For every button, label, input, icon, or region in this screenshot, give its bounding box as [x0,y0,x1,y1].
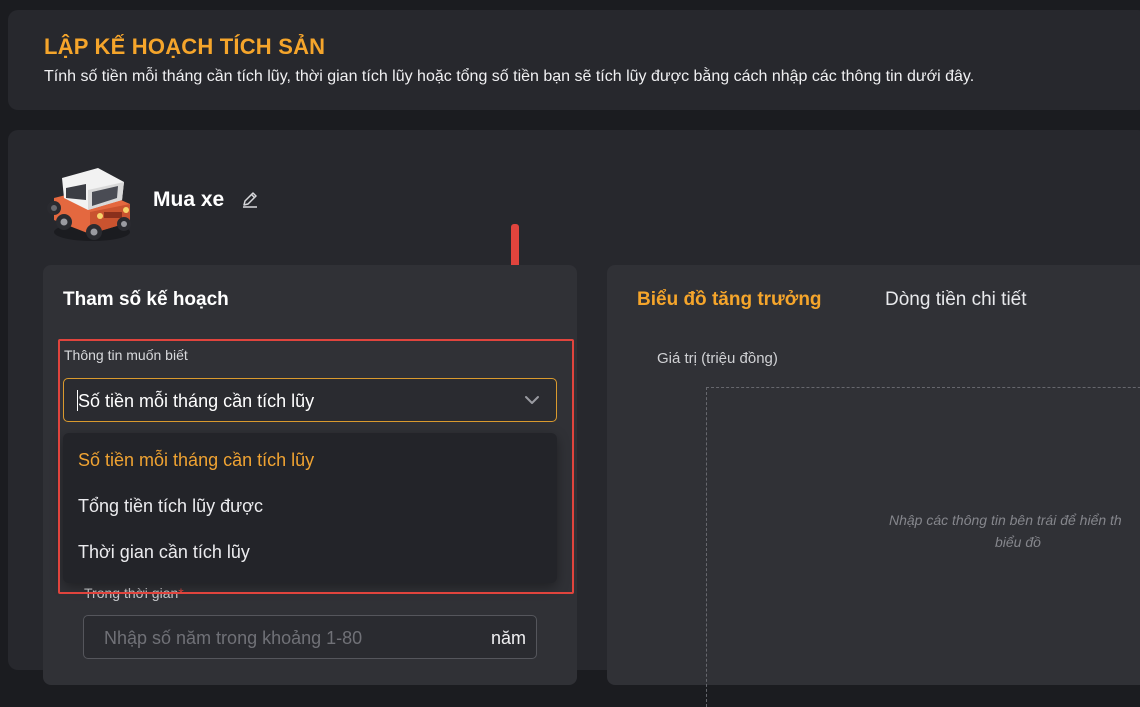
page-title: LẬP KẾ HOẠCH TÍCH SẢN [44,34,326,59]
params-title: Tham số kế hoạch [63,289,229,310]
info-select-label: Thông tin muốn biết [64,347,188,363]
period-unit: năm [490,628,526,648]
header-card: LẬP KẾ HOẠCH TÍCH SẢN Tính số tiền mỗi t… [8,10,1140,110]
chevron-down-icon[interactable] [524,394,540,406]
tab-cashflow-detail[interactable]: Dòng tiền chi tiết [885,289,1027,311]
required-mark: * [178,585,184,601]
chart-empty-message-line2: biểu đồ [995,534,1041,550]
pencil-icon[interactable] [240,189,260,209]
page-description: Tính số tiền mỗi tháng cần tích lũy, thờ… [44,68,975,85]
info-select-value: Số tiền mỗi tháng cần tích lũy [78,391,315,411]
y-axis-label: Giá trị (triệu đồng) [657,350,778,367]
dropdown-option-monthly-amount[interactable]: Số tiền mỗi tháng cần tích lũy [78,450,314,471]
dropdown-option-time-needed[interactable]: Thời gian cần tích lũy [78,542,250,563]
chart-panel: Biểu đồ tăng trưởng Dòng tiền chi tiết G… [607,265,1140,707]
chart-empty-message: Nhập các thông tin bên trái để hiển th b… [889,509,1140,553]
tab-growth-chart[interactable]: Biểu đồ tăng trưởng [637,289,822,311]
period-input-placeholder: Nhập số năm trong khoảng 1-80 [104,628,363,648]
chart-empty-message-line1: Nhập các thông tin bên trái để hiển th [889,512,1122,528]
dropdown-option-total-accumulated[interactable]: Tổng tiền tích lũy được [78,496,263,517]
period-label: Trong thời gian* [84,585,184,601]
goal-name: Mua xe [153,188,225,211]
info-select-dropdown: Số tiền mỗi tháng cần tích lũy Tổng tiền… [63,433,557,583]
period-label-text: Trong thời gian [84,585,179,601]
info-select[interactable]: Số tiền mỗi tháng cần tích lũy [63,378,557,422]
period-input[interactable]: Nhập số năm trong khoảng 1-80 năm [83,615,537,659]
car-icon [47,168,131,241]
